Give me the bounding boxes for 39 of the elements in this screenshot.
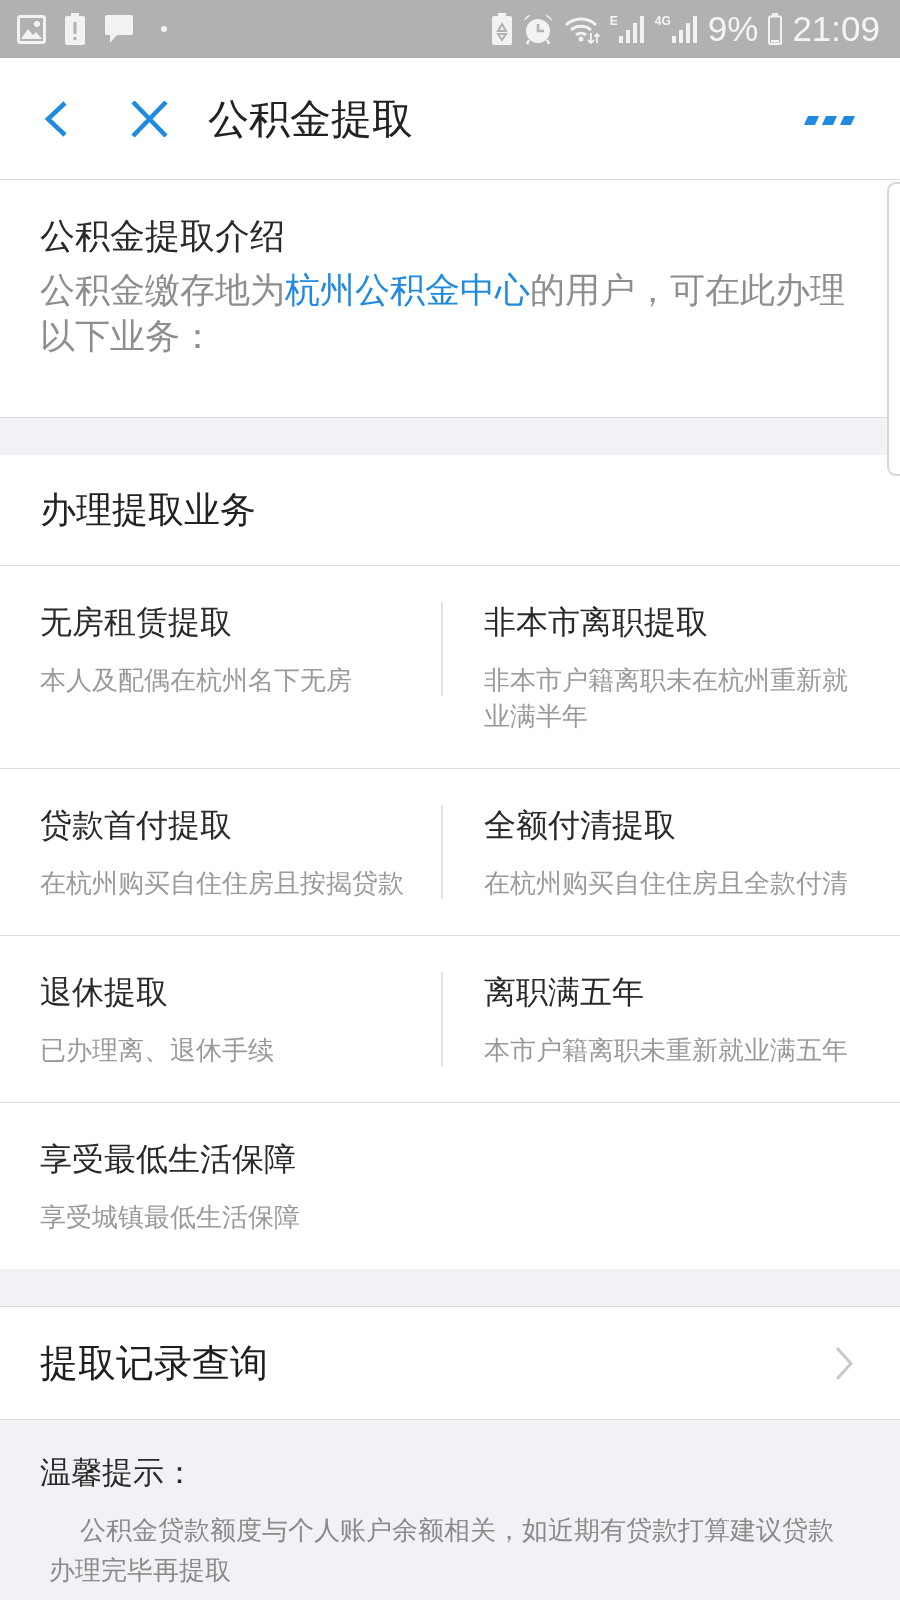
service-description: 在杭州购买自住住房且按揭贷款 (40, 867, 405, 900)
service-title[interactable]: 享受最低生活保障 (40, 1139, 421, 1179)
battery-percentage: 9% (707, 9, 759, 49)
battery-alert-icon (65, 13, 85, 45)
signal-icon (671, 15, 698, 43)
close-icon[interactable] (131, 100, 168, 137)
battery-icon (768, 13, 783, 45)
network-type-label: E (609, 15, 618, 27)
intro-title: 公积金提取介绍 (40, 215, 286, 258)
image-icon (17, 14, 46, 44)
clock-time: 21:09 (792, 9, 880, 49)
tips-title: 温馨提示： (40, 1453, 196, 1492)
service-title[interactable]: 无房租赁提取 (40, 602, 421, 642)
service-title[interactable]: 贷款首付提取 (40, 805, 421, 845)
message-icon (104, 14, 134, 44)
records-row[interactable]: 提取记录查询 (0, 1306, 900, 1420)
service-description: 本人及配偶在杭州名下无房 (40, 664, 353, 697)
page-title: 公积金提取 (208, 93, 413, 144)
back-icon[interactable] (43, 100, 69, 137)
chevron-right-icon (835, 1345, 853, 1381)
alarm-icon (521, 13, 554, 45)
section-title: 办理提取业务 (40, 488, 256, 532)
service-description: 本市户籍离职未重新就业满五年 (484, 1034, 849, 1067)
service-title[interactable]: 离职满五年 (484, 972, 862, 1012)
edge-panel-handle[interactable] (887, 182, 900, 476)
battery-saver-icon (491, 13, 512, 45)
tips-text: 公积金贷款额度与个人账户余额相关，如近期有贷款打算建议贷款办理完毕再提取 (49, 1514, 835, 1587)
service-title[interactable]: 全额付清提取 (484, 805, 862, 845)
network-type-label: 4G (654, 15, 671, 27)
service-description: 享受城镇最低生活保障 (40, 1201, 301, 1234)
service-description: 非本市户籍离职未在杭州重新就业满半年 (484, 664, 849, 733)
center-link[interactable]: 杭州公积金中心 (285, 270, 530, 310)
service-description: 已办理离、退休手续 (40, 1034, 275, 1067)
service-title[interactable]: 非本市离职提取 (484, 602, 862, 642)
service-title[interactable]: 退休提取 (40, 972, 421, 1012)
signal-icon (618, 15, 645, 43)
dot-icon (161, 26, 167, 32)
service-description: 在杭州购买自住住房且全款付清 (484, 867, 849, 900)
intro-text: 公积金缴存地为杭州公积金中心的用户，可在此办理以下业务： (40, 269, 846, 358)
